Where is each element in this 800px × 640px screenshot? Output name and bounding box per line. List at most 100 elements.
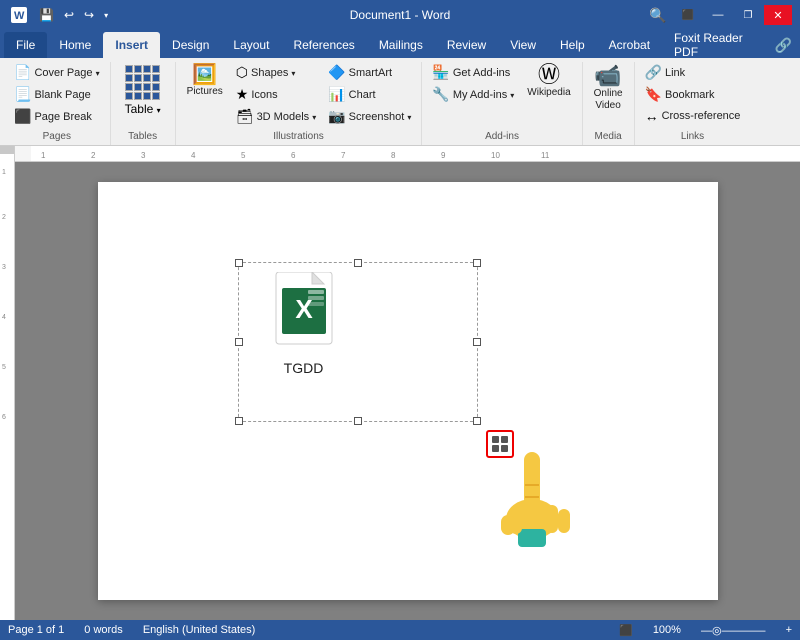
document-area: X TGDD (15, 162, 800, 620)
screenshot-button[interactable]: 📷 Screenshot ▾ (324, 106, 415, 127)
ribbon-group-pages: 📄 Cover Page ▾ 📃 Blank Page ⬛ Page Break… (4, 62, 111, 145)
svg-text:W: W (14, 10, 25, 22)
blank-page-button[interactable]: 📃 Blank Page (10, 84, 104, 105)
document-title-text: Document1 - Word (350, 8, 450, 22)
cross-reference-icon: ↔ (645, 108, 659, 124)
layout-options-icon (491, 435, 509, 453)
cross-reference-label: Cross-reference (662, 110, 741, 122)
layout-options-button[interactable] (486, 430, 514, 458)
link-label: Link (665, 67, 685, 79)
ruler-inner: 1 2 3 4 5 6 7 8 9 10 11 (31, 146, 800, 161)
ribbon-group-tables: Table ▾ Tables (111, 62, 176, 145)
word-icon: W (8, 5, 30, 25)
restore-button[interactable]: ❐ (734, 5, 762, 25)
document-filename: TGDD (284, 360, 324, 376)
3d-models-label: 3D Models ▾ (257, 111, 317, 123)
tab-mailings[interactable]: Mailings (367, 32, 435, 58)
close-button[interactable]: ✕ (764, 5, 792, 25)
save-qat-button[interactable]: 💾 (36, 6, 57, 24)
page-break-label: Page Break (34, 111, 91, 123)
document-page: X TGDD (98, 182, 718, 600)
cover-page-icon: 📄 (14, 64, 31, 81)
handle-bot-mid[interactable] (354, 417, 362, 425)
media-group-label: Media (589, 129, 628, 145)
tab-design[interactable]: Design (160, 32, 221, 58)
pictures-icon: 🖼️ (192, 65, 217, 85)
ribbon-content: 📄 Cover Page ▾ 📃 Blank Page ⬛ Page Break… (0, 58, 800, 146)
get-addins-icon: 🏪 (432, 64, 449, 81)
media-group-content: 📹 OnlineVideo (589, 62, 628, 129)
pages-group-label: Pages (10, 129, 104, 145)
cover-page-button[interactable]: 📄 Cover Page ▾ (10, 62, 104, 83)
blank-page-label: Blank Page (34, 89, 90, 101)
ribbon-display-button[interactable]: ⬛ (674, 5, 702, 25)
finger-cursor (496, 447, 586, 557)
table-button[interactable]: Table ▾ (117, 62, 169, 119)
shapes-label: Shapes ▾ (251, 67, 295, 79)
window-controls: 🔍 ⬛ — ❐ ✕ (644, 5, 792, 25)
page-break-button[interactable]: ⬛ Page Break (10, 106, 104, 127)
tables-group-label: Tables (117, 129, 169, 145)
icons-button[interactable]: ★ Icons (232, 84, 320, 105)
handle-top-left[interactable] (235, 259, 243, 267)
bookmark-button[interactable]: 🔖 Bookmark (641, 84, 745, 105)
my-addins-label: My Add-ins ▾ (453, 89, 514, 101)
addins-group-content: 🏪 Get Add-ins 🔧 My Add-ins ▾ Ⓦ Wikipedia (428, 62, 575, 129)
bookmark-icon: 🔖 (645, 86, 662, 103)
help-button[interactable]: 🔍 (644, 5, 672, 25)
link-icon: 🔗 (645, 64, 662, 81)
table-icon (125, 65, 160, 100)
chart-button[interactable]: 📊 Chart (324, 84, 415, 105)
handle-mid-right[interactable] (473, 338, 481, 346)
word-count: 0 words (84, 624, 123, 636)
bookmark-label: Bookmark (665, 89, 715, 101)
status-bar: Page 1 of 1 0 words English (United Stat… (0, 620, 800, 640)
screenshot-icon: 📷 (328, 108, 345, 125)
redo-qat-button[interactable]: ↪ (81, 6, 97, 24)
ribbon-group-links: 🔗 Link 🔖 Bookmark ↔ Cross-reference Link… (635, 62, 751, 145)
pictures-label: Pictures (187, 86, 223, 98)
content-area: 1 2 3 4 5 6 1 2 3 4 5 6 7 8 (0, 146, 800, 620)
tab-review[interactable]: Review (435, 32, 498, 58)
tab-file[interactable]: File (4, 32, 47, 58)
wikipedia-label: Wikipedia (527, 87, 570, 99)
links-group-content: 🔗 Link 🔖 Bookmark ↔ Cross-reference (641, 62, 745, 129)
illustrations-col2: 🔷 SmartArt 📊 Chart 📷 Screenshot ▾ (324, 62, 415, 127)
tables-group-content: Table ▾ (117, 62, 169, 129)
pages-group-content: 📄 Cover Page ▾ 📃 Blank Page ⬛ Page Break (10, 62, 104, 129)
handle-mid-left[interactable] (235, 338, 243, 346)
tab-help[interactable]: Help (548, 32, 597, 58)
tab-acrobat[interactable]: Acrobat (597, 32, 662, 58)
get-addins-label: Get Add-ins (453, 67, 510, 79)
shapes-button[interactable]: ⬡ Shapes ▾ (232, 62, 320, 83)
handle-bot-left[interactable] (235, 417, 243, 425)
link-button[interactable]: 🔗 Link (641, 62, 745, 83)
handle-top-right[interactable] (473, 259, 481, 267)
tab-home[interactable]: Home (47, 32, 103, 58)
handle-bot-right[interactable] (473, 417, 481, 425)
zoom-in[interactable]: + (786, 624, 792, 636)
pictures-button[interactable]: 🖼️ Pictures (182, 62, 228, 101)
online-video-button[interactable]: 📹 OnlineVideo (589, 62, 628, 115)
cross-reference-button[interactable]: ↔ Cross-reference (641, 106, 745, 126)
online-video-label: OnlineVideo (594, 88, 623, 112)
ribbon-share-button[interactable]: 🔗 (771, 33, 796, 58)
3d-models-button[interactable]: 🗃 3D Models ▾ (232, 106, 320, 127)
smartart-button[interactable]: 🔷 SmartArt (324, 62, 415, 83)
pages-buttons: 📄 Cover Page ▾ 📃 Blank Page ⬛ Page Break (10, 62, 104, 127)
tab-layout[interactable]: Layout (221, 32, 281, 58)
wikipedia-button[interactable]: Ⓦ Wikipedia (522, 62, 575, 101)
tab-insert[interactable]: Insert (103, 32, 160, 58)
my-addins-button[interactable]: 🔧 My Add-ins ▾ (428, 84, 518, 105)
get-addins-button[interactable]: 🏪 Get Add-ins (428, 62, 518, 83)
tab-view[interactable]: View (498, 32, 548, 58)
undo-qat-button[interactable]: ↩ (61, 6, 77, 24)
minimize-button[interactable]: — (704, 5, 732, 25)
handle-top-mid[interactable] (354, 259, 362, 267)
tab-references[interactable]: References (281, 32, 366, 58)
customize-qat-button[interactable]: ▾ (101, 9, 111, 22)
tab-foxit[interactable]: Foxit Reader PDF (662, 32, 771, 58)
page-count: Page 1 of 1 (8, 624, 64, 636)
title-bar-left: W 💾 ↩ ↪ ▾ (8, 5, 111, 25)
zoom-slider[interactable]: —◎———— (701, 624, 766, 637)
